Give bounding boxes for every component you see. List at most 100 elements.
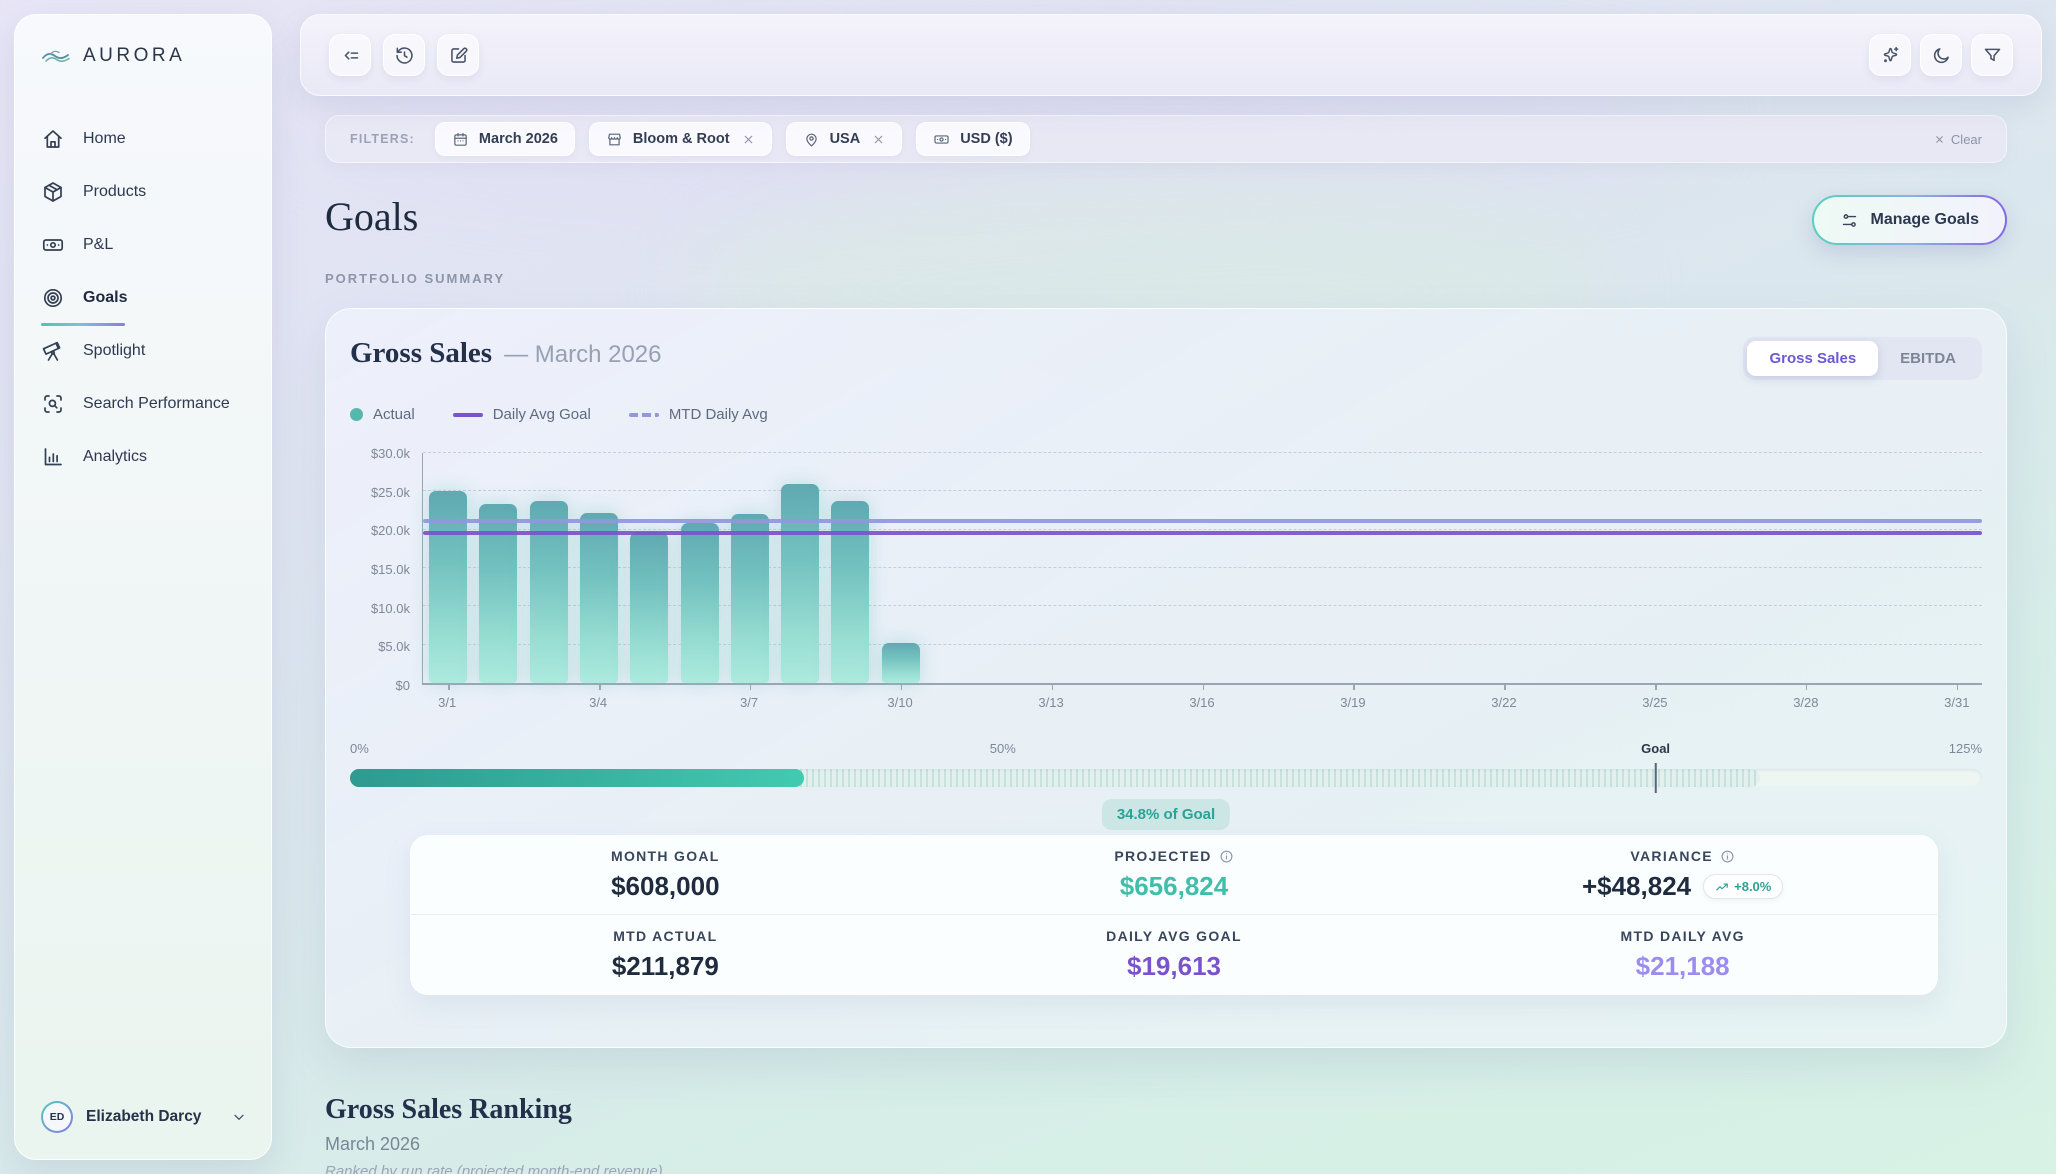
sidebar-item-spotlight[interactable]: Spotlight: [41, 331, 245, 371]
bar-3/8[interactable]: [781, 484, 819, 683]
avatar: ED: [41, 1101, 73, 1133]
manage-goals-button[interactable]: Manage Goals: [1812, 195, 2007, 245]
map-pin-icon: [803, 131, 820, 148]
sidebar-item-label: Home: [83, 130, 126, 148]
filter-chip-label: USD ($): [960, 131, 1012, 147]
variance-badge: +8.0%: [1703, 874, 1783, 899]
legend-dot-actual: [350, 408, 363, 421]
y-axis-label: $10.0k: [371, 601, 410, 616]
sidebar-item-pnl[interactable]: P&L: [41, 225, 245, 265]
filters-label: FILTERS:: [350, 132, 415, 146]
sidebar-item-label: Search Performance: [83, 395, 230, 413]
legend-label: Daily Avg Goal: [493, 406, 591, 423]
x-axis-label: 3/4: [589, 695, 607, 710]
filter-chip-label: Bloom & Root: [633, 131, 730, 147]
card-subtitle: — March 2026: [504, 341, 661, 369]
sidebar-item-search-performance[interactable]: Search Performance: [41, 384, 245, 424]
info-icon[interactable]: [1720, 849, 1735, 864]
bar-3/4[interactable]: [580, 513, 618, 683]
close-icon: [1934, 134, 1945, 145]
y-axis-label: $20.0k: [371, 523, 410, 538]
goal-progress: 0% 50% Goal 125% 34.8% of Goal: [350, 741, 1982, 831]
home-icon: [41, 127, 65, 151]
x-axis-label: 3/1: [438, 695, 456, 710]
y-axis-label: $0: [396, 678, 410, 693]
ai-assistant-button[interactable]: [1869, 34, 1911, 76]
legend-item-mtd-daily-avg: MTD Daily Avg: [629, 406, 768, 423]
chart-ylabels: $0$5.0k$10.0k$15.0k$20.0k$25.0k$30.0k: [350, 453, 422, 685]
x-axis-label: 3/19: [1340, 695, 1365, 710]
collapse-sidebar-button[interactable]: [329, 34, 371, 76]
bar-3/7[interactable]: [731, 514, 769, 683]
y-axis-label: $15.0k: [371, 562, 410, 577]
bar-3/10[interactable]: [882, 643, 920, 683]
goal-stats-card: MONTH GOAL $608,000 PROJECTED $656,824 V…: [410, 835, 1938, 995]
stat-value: +$48,824 +8.0%: [1582, 871, 1783, 902]
gross-sales-ranking-section: Gross Sales Ranking March 2026 Ranked by…: [325, 1094, 2007, 1174]
toggle-gross-sales[interactable]: Gross Sales: [1747, 341, 1878, 376]
history-button[interactable]: [383, 34, 425, 76]
filter-chip-month[interactable]: March 2026: [435, 122, 575, 156]
search-performance-scan-icon: [41, 392, 65, 416]
sidebar: AURORA Home Products P&L Goals: [14, 14, 272, 1160]
progress-track[interactable]: [350, 769, 1982, 787]
compose-button[interactable]: [437, 34, 479, 76]
x-axis-label: 3/22: [1491, 695, 1516, 710]
close-icon[interactable]: [742, 133, 755, 146]
x-axis-label: 3/31: [1944, 695, 1969, 710]
stat-value: $656,824: [1120, 871, 1228, 902]
info-icon[interactable]: [1219, 849, 1234, 864]
sidebar-item-analytics[interactable]: Analytics: [41, 437, 245, 477]
bar-3/3[interactable]: [530, 501, 568, 683]
filter-chip-currency[interactable]: USD ($): [916, 122, 1029, 156]
filter-funnel-icon: [1982, 45, 2003, 66]
variance-percent: +8.0%: [1734, 879, 1771, 894]
stat-label: VARIANCE: [1630, 848, 1712, 864]
filters-bar: FILTERS: March 2026 Bloom & Root USA USD…: [325, 115, 2007, 163]
calendar-icon: [452, 131, 469, 148]
user-name: Elizabeth Darcy: [86, 1108, 218, 1126]
clear-filters-button[interactable]: Clear: [1934, 132, 1982, 147]
y-axis-label: $30.0k: [371, 446, 410, 461]
sidebar-item-home[interactable]: Home: [41, 119, 245, 159]
filter-chip-country[interactable]: USA: [786, 122, 903, 156]
stat-label: MONTH GOAL: [611, 848, 720, 864]
filter-chip-label: March 2026: [479, 131, 558, 147]
user-menu[interactable]: ED Elizabeth Darcy: [41, 1101, 247, 1133]
x-axis-label: 3/25: [1642, 695, 1667, 710]
ranking-title: Gross Sales Ranking: [325, 1094, 2007, 1126]
progress-end-label: 125%: [1949, 741, 1982, 756]
banknote-icon: [933, 131, 950, 148]
sidebar-item-products[interactable]: Products: [41, 172, 245, 212]
progress-fill: [350, 769, 804, 787]
filter-chip-brand[interactable]: Bloom & Root: [589, 122, 772, 156]
avatar-initials: ED: [43, 1103, 71, 1131]
dark-mode-button[interactable]: [1920, 34, 1962, 76]
stat-label: MTD ACTUAL: [613, 928, 717, 944]
banknote-icon: [41, 233, 65, 257]
toggle-ebitda[interactable]: EBITDA: [1878, 341, 1978, 376]
stat-label: DAILY AVG GOAL: [1106, 928, 1242, 944]
y-axis-label: $25.0k: [371, 485, 410, 500]
progress-mid-label: 50%: [990, 741, 1016, 756]
progress-start-label: 0%: [350, 741, 369, 756]
reference-line-mtd-daily-avg: [423, 519, 1982, 523]
history-icon: [394, 45, 415, 66]
stat-value: $211,879: [612, 951, 719, 982]
page-header: Goals Manage Goals: [325, 193, 2007, 245]
bar-3/6[interactable]: [681, 523, 719, 683]
x-axis-label: 3/7: [740, 695, 758, 710]
close-icon[interactable]: [872, 133, 885, 146]
goal-label: Goal: [1641, 741, 1670, 756]
gross-sales-goal-card: Gross Sales — March 2026 Gross Sales EBI…: [325, 308, 2007, 1048]
filter-button[interactable]: [1971, 34, 2013, 76]
bar-3/5[interactable]: [630, 532, 668, 683]
gridline: [423, 452, 1982, 453]
goals-target-icon: [41, 286, 65, 310]
dark-mode-moon-icon: [1931, 45, 1952, 66]
sidebar-item-goals[interactable]: Goals: [41, 278, 245, 318]
bar-3/9[interactable]: [831, 501, 869, 683]
sidebar-item-label: Goals: [83, 289, 127, 307]
spotlight-telescope-icon: [41, 339, 65, 363]
stat-mtd-actual: MTD ACTUAL $211,879: [411, 915, 920, 994]
